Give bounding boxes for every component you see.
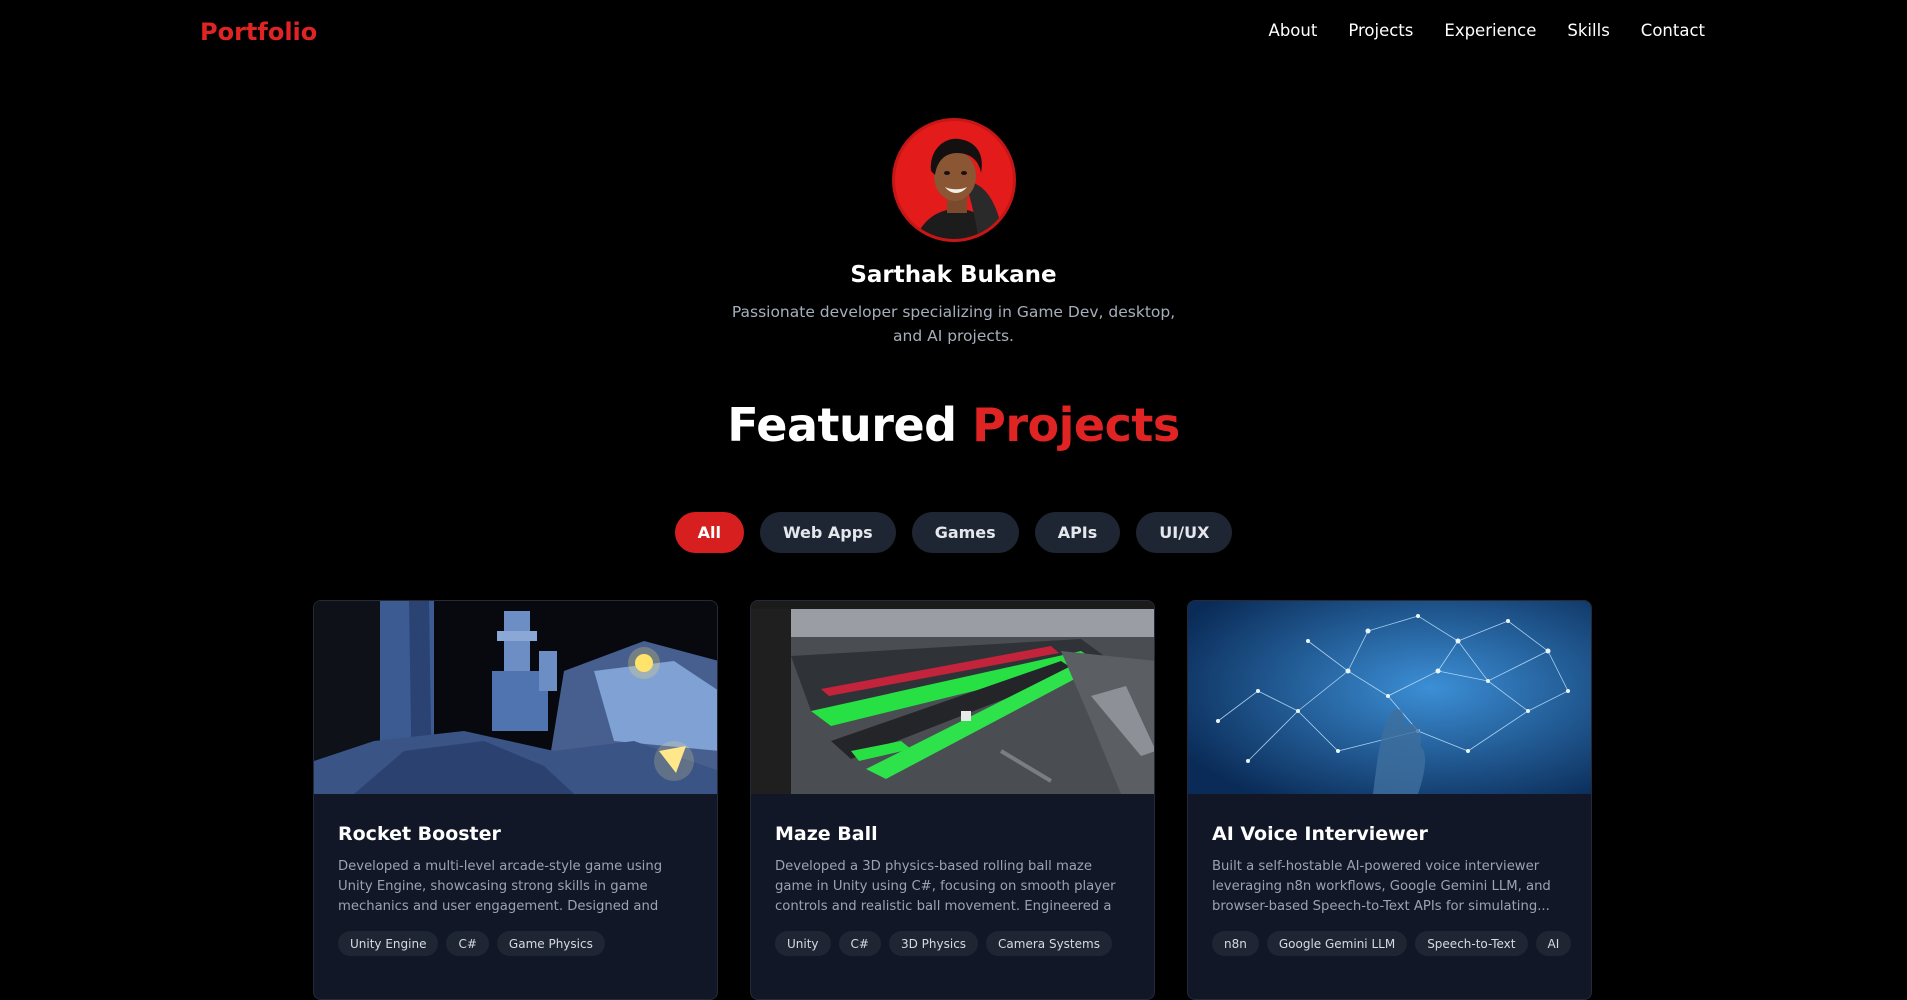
nav-links: About Projects Experience Skills Contact	[1269, 21, 1705, 40]
profile-photo-icon	[914, 138, 1004, 239]
heading-part-projects: Projects	[972, 398, 1180, 452]
tag: Google Gemini LLM	[1266, 931, 1408, 956]
project-filters: All Web Apps Games APIs UI/UX	[0, 512, 1907, 553]
filter-apis[interactable]: APIs	[1034, 512, 1121, 553]
project-thumbnail	[1188, 601, 1591, 794]
tag: Game Physics	[496, 931, 605, 956]
filter-ui-ux[interactable]: UI/UX	[1136, 512, 1233, 553]
ai-network-scene-icon	[1188, 601, 1591, 794]
filter-all[interactable]: All	[674, 512, 744, 553]
project-description: Built a self-hostable AI-powered voice i…	[1212, 859, 1551, 914]
tag: n8n	[1212, 931, 1259, 956]
nav-experience[interactable]: Experience	[1444, 21, 1536, 40]
tag: Camera Systems	[986, 931, 1112, 956]
top-navbar: Portfolio About Projects Experience Skil…	[0, 0, 1907, 66]
project-description: Developed a multi-level arcade-style gam…	[338, 859, 663, 914]
card-body: Rocket Booster Developed a multi-level a…	[314, 794, 717, 956]
project-title: Rocket Booster	[338, 823, 501, 845]
card-body: Maze Ball Developed a 3D physics-based r…	[751, 794, 1154, 956]
heading-part-featured: Featured	[727, 398, 957, 452]
project-card-rocket-booster[interactable]: Rocket Booster Developed a multi-level a…	[313, 600, 718, 1000]
project-thumbnail	[314, 601, 717, 794]
nav-projects[interactable]: Projects	[1348, 21, 1413, 40]
project-title: Maze Ball	[775, 823, 878, 845]
featured-projects-heading: Featured Projects	[0, 398, 1907, 452]
tag: Unity	[775, 931, 831, 956]
tag: C#	[838, 931, 881, 956]
profile-bio: Passionate developer specializing in Gam…	[731, 303, 1176, 345]
site-logo[interactable]: Portfolio	[200, 18, 317, 46]
nav-contact[interactable]: Contact	[1641, 21, 1705, 40]
project-description: Developed a 3D physics-based rolling bal…	[775, 859, 1116, 914]
project-tags: Unity Engine C# Game Physics	[338, 931, 693, 956]
avatar	[891, 118, 1016, 242]
tag: 3D Physics	[888, 931, 979, 956]
project-card-maze-ball[interactable]: Maze Ball Developed a 3D physics-based r…	[750, 600, 1155, 1000]
tag: Speech-to-Text	[1415, 931, 1528, 956]
filter-web-apps[interactable]: Web Apps	[759, 512, 896, 553]
hero-section: Sarthak Bukane Passionate developer spec…	[0, 118, 1907, 348]
project-title: AI Voice Interviewer	[1212, 823, 1428, 845]
profile-name: Sarthak Bukane	[850, 262, 1057, 288]
tag: Unity Engine	[338, 931, 439, 956]
tag: C#	[446, 931, 489, 956]
filter-games[interactable]: Games	[911, 512, 1019, 553]
card-body: AI Voice Interviewer Built a self-hostab…	[1188, 794, 1591, 956]
rocket-booster-scene-icon	[314, 601, 717, 794]
maze-ball-editor-scene-icon	[751, 601, 1154, 794]
nav-skills[interactable]: Skills	[1567, 21, 1609, 40]
project-tags: Unity C# 3D Physics Camera Systems	[775, 931, 1130, 956]
project-grid: Rocket Booster Developed a multi-level a…	[313, 600, 1592, 1000]
project-thumbnail	[751, 601, 1154, 794]
project-tags: n8n Google Gemini LLM Speech-to-Text AI	[1212, 931, 1572, 956]
tag: AI	[1535, 931, 1572, 956]
project-card-ai-voice-interviewer[interactable]: AI Voice Interviewer Built a self-hostab…	[1187, 600, 1592, 1000]
nav-about[interactable]: About	[1269, 21, 1318, 40]
